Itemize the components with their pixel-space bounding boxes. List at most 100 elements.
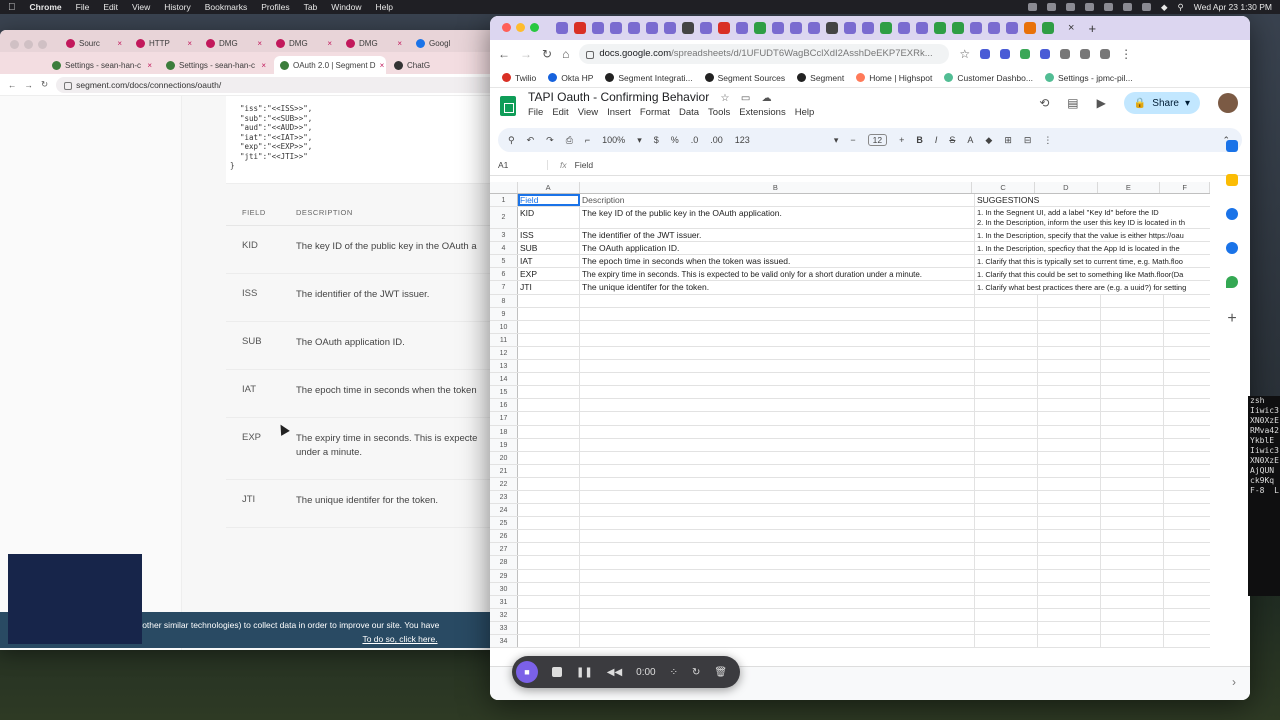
cell-c[interactable]: 1. In the Segnent UI, add a label "Key I…: [975, 207, 1210, 228]
row-number[interactable]: 23: [490, 490, 518, 504]
empty-cell[interactable]: [1038, 386, 1101, 399]
empty-cell[interactable]: [1101, 517, 1164, 530]
status-app-icon[interactable]: [1065, 3, 1075, 11]
text-color-icon[interactable]: A: [967, 135, 973, 145]
empty-cell[interactable]: [518, 346, 580, 360]
explore-icon[interactable]: ›: [1232, 675, 1236, 689]
empty-cell[interactable]: [1101, 569, 1164, 582]
empty-cell[interactable]: [1101, 504, 1164, 517]
tab-favicon[interactable]: [700, 22, 712, 34]
row-number[interactable]: 27: [490, 543, 518, 556]
minimize-window-icon[interactable]: [24, 40, 33, 49]
empty-cell[interactable]: [1101, 425, 1164, 438]
empty-cell[interactable]: [1038, 320, 1101, 333]
select-all-corner[interactable]: [490, 182, 518, 193]
empty-cell[interactable]: [580, 399, 975, 412]
empty-cell[interactable]: [975, 530, 1038, 543]
empty-cell[interactable]: [975, 517, 1038, 530]
empty-cell[interactable]: [975, 425, 1038, 438]
empty-cell[interactable]: [975, 346, 1038, 360]
empty-cell[interactable]: [975, 333, 1038, 346]
status-app-icon[interactable]: [1046, 3, 1056, 11]
zoom-window-icon[interactable]: [530, 23, 539, 32]
empty-cell[interactable]: [1038, 530, 1101, 543]
empty-cell[interactable]: [580, 621, 975, 634]
empty-cell[interactable]: [1164, 491, 1210, 503]
row-number[interactable]: 22: [490, 477, 518, 490]
empty-cell[interactable]: [1038, 608, 1101, 621]
empty-cell[interactable]: [1101, 360, 1164, 373]
cell-c[interactable]: 1. Clarify what best practices there are…: [975, 281, 1210, 293]
tab-favicon[interactable]: [1006, 22, 1018, 34]
empty-cell[interactable]: [975, 307, 1038, 320]
calendar-icon[interactable]: [1226, 140, 1238, 152]
empty-cell[interactable]: [518, 373, 580, 386]
close-tab-icon[interactable]: ×: [1068, 22, 1074, 34]
empty-cell[interactable]: [975, 320, 1038, 333]
empty-cell[interactable]: [1164, 635, 1210, 647]
cell-c[interactable]: 1. Clarify that this could be set to som…: [975, 268, 1210, 280]
close-window-icon[interactable]: [502, 23, 511, 32]
cell-c[interactable]: 1. Clarify that this is typically set to…: [975, 255, 1210, 267]
sheets-logo-icon[interactable]: [500, 96, 516, 116]
menu-edit[interactable]: Edit: [103, 2, 118, 12]
tab-google[interactable]: Googl: [410, 34, 478, 52]
restart-icon[interactable]: ↻: [692, 667, 700, 678]
menu-edit[interactable]: Edit: [552, 107, 568, 118]
extension-icon[interactable]: [980, 49, 991, 59]
empty-cell[interactable]: [1101, 451, 1164, 464]
search-menus-icon[interactable]: ⚲: [508, 135, 515, 146]
bookmark-segment[interactable]: Segment: [797, 73, 844, 83]
empty-cell[interactable]: [1038, 346, 1101, 360]
cell-b[interactable]: The OAuth application ID.: [580, 242, 975, 255]
status-app-icon[interactable]: [1027, 3, 1037, 11]
cell-a1[interactable]: Field: [518, 194, 580, 207]
empty-cell[interactable]: [1164, 399, 1210, 411]
delete-icon[interactable]: 🗑: [714, 667, 727, 678]
more-options-icon[interactable]: ⋮: [1043, 135, 1052, 146]
empty-cell[interactable]: [518, 490, 580, 504]
empty-cell[interactable]: [1038, 517, 1101, 530]
cell-a[interactable]: ISS: [518, 229, 580, 242]
empty-cell[interactable]: [975, 490, 1038, 504]
cell-c[interactable]: 1. In the Description, specficy that the…: [975, 242, 1210, 254]
close-tab-icon[interactable]: ×: [380, 61, 385, 70]
empty-cell[interactable]: [975, 635, 1038, 648]
empty-cell[interactable]: [1101, 386, 1164, 399]
close-tab-icon[interactable]: ×: [117, 39, 122, 48]
font-size-input[interactable]: 12: [867, 134, 888, 146]
empty-cell[interactable]: [1101, 373, 1164, 386]
row-number[interactable]: 24: [490, 504, 518, 517]
cell-c[interactable]: 1. In the Description, specify that the …: [975, 229, 1210, 241]
empty-cell[interactable]: [975, 360, 1038, 373]
camera-icon[interactable]: ■: [516, 661, 538, 683]
empty-cell[interactable]: [580, 464, 975, 477]
empty-cell[interactable]: [1101, 294, 1164, 307]
tab-favicon[interactable]: [880, 22, 892, 34]
tab-favicon[interactable]: [772, 22, 784, 34]
row-number[interactable]: 5: [490, 255, 518, 268]
reload-icon[interactable]: ↻: [542, 47, 552, 61]
tab-dmg[interactable]: DMG ×: [340, 34, 408, 52]
cell-b[interactable]: The unique identifer for the token.: [580, 281, 975, 294]
tab-favicon-active[interactable]: [1042, 22, 1054, 34]
empty-cell[interactable]: [1164, 439, 1210, 451]
menu-tools[interactable]: Tools: [708, 107, 730, 118]
bookmark-star-icon[interactable]: ☆: [959, 47, 970, 61]
chevron-down-icon[interactable]: ▾: [1185, 98, 1190, 109]
empty-cell[interactable]: [580, 477, 975, 490]
empty-cell[interactable]: [518, 412, 580, 425]
bookmark-settings-jpmc[interactable]: Settings - jpmc-pil...: [1044, 73, 1133, 83]
tab-favicon[interactable]: [898, 22, 910, 34]
menu-view[interactable]: View: [132, 2, 150, 12]
empty-cell[interactable]: [1038, 621, 1101, 634]
tab-favicon[interactable]: [826, 22, 838, 34]
bookmark-segment-integrations[interactable]: Segment Integrati...: [605, 73, 693, 83]
extension-icon[interactable]: [1000, 49, 1011, 59]
menu-help[interactable]: Help: [376, 2, 393, 12]
empty-cell[interactable]: [518, 504, 580, 517]
empty-cell[interactable]: [580, 635, 975, 648]
bookmark-segment-sources[interactable]: Segment Sources: [704, 73, 785, 83]
zoom-select[interactable]: 100%: [602, 135, 625, 145]
fill-color-icon[interactable]: ◆: [985, 135, 992, 146]
